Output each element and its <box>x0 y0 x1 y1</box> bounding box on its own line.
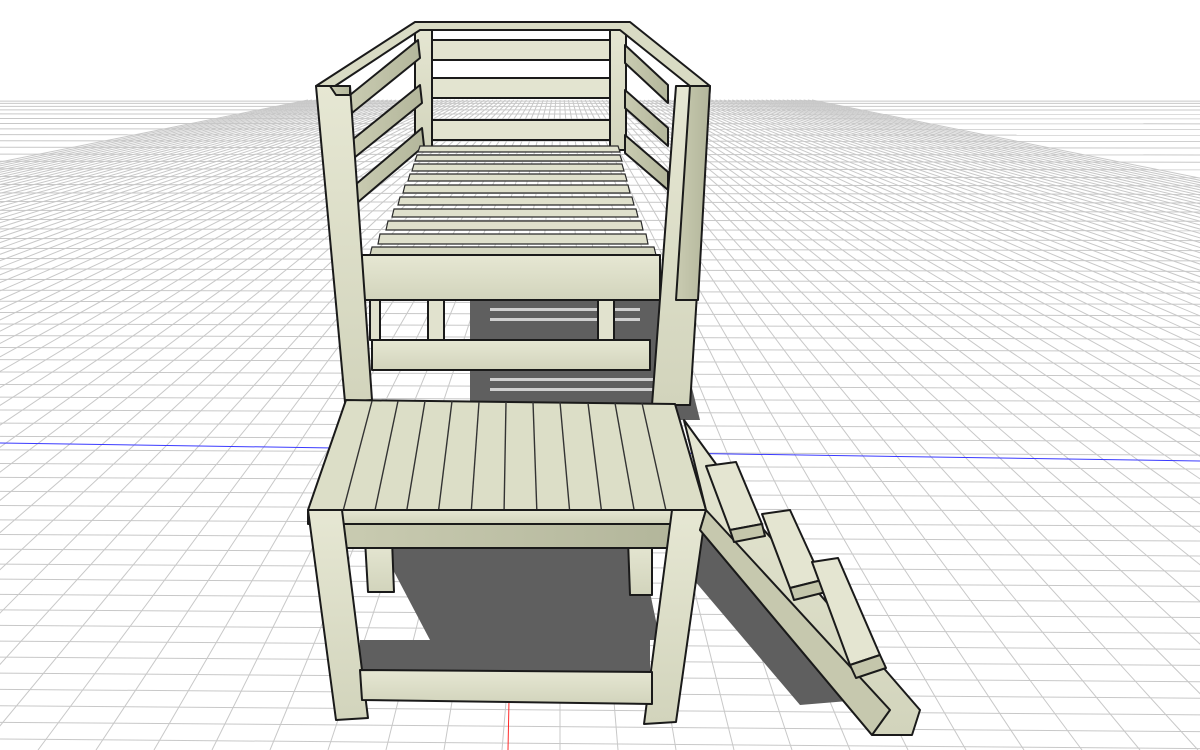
grid-line <box>0 99 325 171</box>
grid-line <box>0 99 355 188</box>
3d-viewport[interactable] <box>0 0 1200 750</box>
grid-line <box>652 99 1200 402</box>
grid-line <box>626 99 1200 534</box>
grid-line <box>0 721 1200 733</box>
grid-line <box>647 99 1200 419</box>
grid-line <box>673 99 1200 337</box>
grid-line <box>0 705 1200 716</box>
grid-line <box>639 99 1200 457</box>
model-scene[interactable] <box>0 0 1200 750</box>
bed-frame[interactable] <box>315 21 711 406</box>
grid-line <box>0 99 317 167</box>
grid-line <box>0 99 363 194</box>
grid-line <box>0 99 351 186</box>
grid-line <box>635 99 1200 480</box>
grid-line <box>643 99 1200 437</box>
grid-line <box>0 99 346 183</box>
